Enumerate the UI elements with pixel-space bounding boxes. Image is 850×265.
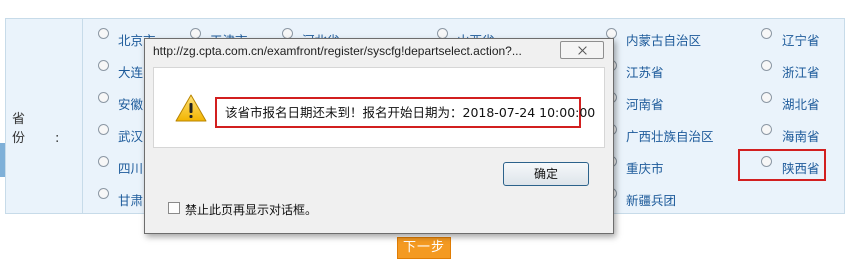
radio-liaoning[interactable] [761, 28, 772, 39]
province-anhui[interactable]: 安徽 [118, 94, 143, 113]
province-zhejiang[interactable]: 浙江省 [782, 62, 820, 81]
province-guangxi[interactable]: 广西壮族自治区 [626, 126, 714, 145]
shaanxi-highlight-box [738, 149, 826, 181]
suppress-dialog-label[interactable]: 禁止此页再显示对话框。 [185, 201, 317, 218]
radio-sichuan[interactable] [98, 156, 109, 167]
ok-button[interactable]: 确定 [503, 162, 589, 186]
radio-anhui[interactable] [98, 92, 109, 103]
province-liaoning[interactable]: 辽宁省 [782, 30, 820, 49]
radio-wuhan[interactable] [98, 124, 109, 135]
province-label: 省 份: [12, 112, 90, 146]
dialog-message: 该省市报名日期还未到！报名开始日期为：2018-07-24 10:00:00 [215, 97, 595, 128]
province-neimenggu[interactable]: 内蒙古自治区 [626, 30, 701, 49]
province-dalian[interactable]: 大连 [118, 62, 143, 81]
province-hubei[interactable]: 湖北省 [782, 94, 820, 113]
suppress-dialog-checkbox[interactable] [168, 202, 180, 214]
province-gansu[interactable]: 甘肃 [118, 190, 143, 209]
province-henan[interactable]: 河南省 [626, 94, 664, 113]
warning-icon [175, 94, 207, 122]
province-sichuan[interactable]: 四川 [118, 158, 143, 177]
province-chongqing[interactable]: 重庆市 [626, 158, 664, 177]
dialog-title: http://zg.cpta.com.cn/examfront/register… [153, 44, 522, 58]
province-hainan[interactable]: 海南省 [782, 126, 820, 145]
province-wuhan[interactable]: 武汉 [118, 126, 143, 145]
close-icon[interactable] [560, 41, 604, 59]
radio-hubei[interactable] [761, 92, 772, 103]
radio-gansu[interactable] [98, 188, 109, 199]
next-button[interactable]: 下一步 [397, 237, 451, 259]
radio-dalian[interactable] [98, 60, 109, 71]
radio-hainan[interactable] [761, 124, 772, 135]
radio-beijing[interactable] [98, 28, 109, 39]
radio-zhejiang[interactable] [761, 60, 772, 71]
alert-dialog: http://zg.cpta.com.cn/examfront/register… [144, 38, 614, 234]
province-label-cell: 省 份: [5, 18, 83, 214]
province-xinjiang-bingtuan[interactable]: 新疆兵团 [626, 190, 676, 209]
province-jiangsu[interactable]: 江苏省 [626, 62, 664, 81]
